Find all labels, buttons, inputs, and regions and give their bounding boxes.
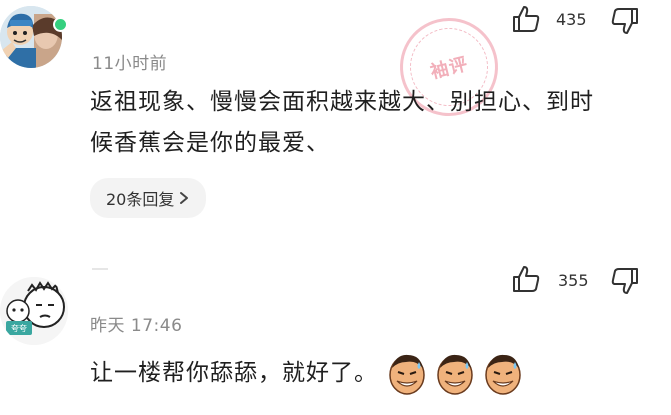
divider: [92, 268, 108, 270]
cartoon-avatar-image: [0, 6, 62, 68]
sweat-smile-emoji-icon: [485, 354, 521, 395]
like-button[interactable]: [511, 264, 543, 296]
dislike-button[interactable]: [610, 6, 642, 38]
comment-timestamp: 昨天 17:46: [90, 316, 183, 336]
thumbs-up-icon: [513, 6, 540, 32]
comment-timestamp: 11小时前: [92, 54, 168, 74]
thumbs-down-icon: [611, 268, 638, 294]
cartoon-avatar-image: 夸夸: [0, 277, 68, 345]
comment-text-line-2: 候香蕉会是你的最爱、: [90, 130, 330, 156]
sweat-smile-emoji-icon: [389, 354, 425, 395]
svg-text:夸夸: 夸夸: [11, 323, 27, 333]
emoji-group: [386, 350, 524, 396]
avatar[interactable]: 夸夸: [0, 277, 68, 345]
chevron-right-icon: [180, 192, 189, 204]
watermark-text: 袖评: [428, 53, 471, 84]
thumbs-up-icon: [513, 266, 540, 292]
like-count: 355: [558, 271, 589, 290]
like-button[interactable]: [511, 4, 543, 36]
avatar[interactable]: [0, 6, 62, 68]
like-count: 435: [556, 10, 587, 29]
comment-body: 让一楼帮你舔舔，就好了。: [90, 350, 524, 396]
online-status-dot: [53, 17, 68, 32]
comment-text: 让一楼帮你舔舔，就好了。: [90, 359, 378, 386]
comment-text-line-1: 返祖现象、慢慢会面积越来越大、别担心、到时: [90, 89, 594, 115]
view-replies-button[interactable]: 20条回复: [90, 178, 207, 218]
replies-label: 20条回复: [106, 190, 175, 209]
dislike-button[interactable]: [610, 266, 642, 298]
thumbs-down-icon: [611, 8, 638, 34]
sweat-smile-emoji-icon: [437, 354, 473, 395]
